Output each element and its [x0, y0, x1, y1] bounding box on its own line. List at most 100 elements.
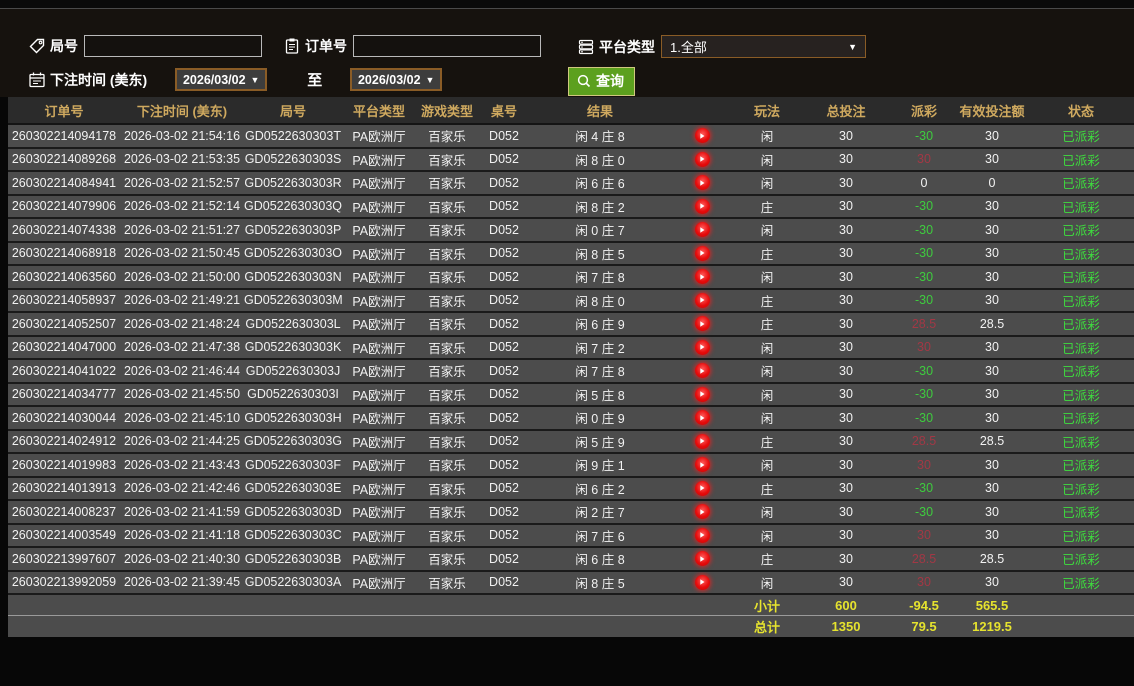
video-replay-icon[interactable]: [694, 551, 710, 567]
video-replay-icon[interactable]: [694, 339, 710, 355]
video-replay-icon[interactable]: [694, 574, 710, 590]
valid-bet-cell: 28.5: [956, 429, 1028, 454]
payout-cell: -30: [892, 500, 956, 525]
replay-cell: [670, 359, 734, 384]
round-number-cell: GD0522630303O: [244, 241, 342, 266]
column-header: 桌号: [478, 97, 530, 125]
video-replay-icon[interactable]: [694, 292, 710, 308]
total-label: 总计: [734, 615, 800, 637]
video-replay-icon[interactable]: [694, 245, 710, 261]
date-to-value: 2026/03/02: [357, 72, 421, 87]
payout-cell: 0: [892, 171, 956, 196]
total-status: [1028, 615, 1134, 637]
video-replay-icon[interactable]: [694, 269, 710, 285]
video-replay-icon[interactable]: [694, 198, 710, 214]
video-replay-icon[interactable]: [694, 222, 710, 238]
result-cell: 闲 5 庄 9: [530, 429, 670, 454]
round-number-cell: GD0522630303H: [244, 406, 342, 431]
replay-cell: [670, 429, 734, 454]
play-type-cell: 闲: [734, 359, 800, 384]
order-number-cell: 260302214074338: [8, 218, 120, 243]
table-row: 260302214094178 2026-03-02 21:54:16 GD05…: [8, 124, 1134, 149]
replay-cell: [670, 241, 734, 266]
video-replay-icon[interactable]: [694, 527, 710, 543]
video-replay-icon[interactable]: [694, 504, 710, 520]
order-filter-label: 订单号: [305, 38, 347, 54]
total-bet: 1350: [800, 615, 892, 637]
platform-select[interactable]: 1.全部 ▼: [661, 35, 866, 58]
column-header: 局号: [244, 97, 342, 125]
total-bet-cell: 30: [800, 429, 892, 454]
valid-bet-cell: 0: [956, 171, 1028, 196]
valid-bet-cell: 28.5: [956, 312, 1028, 337]
table-number-cell: D052: [478, 218, 530, 243]
platform-type-cell: PA欧洲厅: [342, 382, 416, 407]
total-payout: 79.5: [892, 615, 956, 637]
table-row: 260302214074338 2026-03-02 21:51:27 GD05…: [8, 218, 1134, 243]
platform-type-cell: PA欧洲厅: [342, 218, 416, 243]
column-header: 总投注: [800, 97, 892, 125]
clipboard-icon: [283, 37, 301, 55]
total-bet-cell: 30: [800, 218, 892, 243]
round-number-cell: GD0522630303P: [244, 218, 342, 243]
video-replay-icon[interactable]: [694, 151, 710, 167]
total-bet-cell: 30: [800, 453, 892, 478]
platform-filter-label: 平台类型: [599, 38, 655, 55]
result-cell: 闲 6 庄 9: [530, 312, 670, 337]
table-number-cell: D052: [478, 241, 530, 266]
date-to-picker[interactable]: 2026/03/02 ▼: [350, 68, 443, 91]
order-number-cell: 260302214079906: [8, 194, 120, 219]
status-cell: 已派彩: [1028, 547, 1134, 572]
order-input[interactable]: [353, 35, 541, 57]
bet-records-table: 订单号 下注时间 (美东) 局号 平台类型 游戏类型 桌号 结果 玩法 总投注 派彩 有效投注额 状态…: [8, 97, 1134, 637]
total-bet-cell: 30: [800, 147, 892, 172]
video-replay-icon[interactable]: [694, 128, 710, 144]
replay-cell: [670, 406, 734, 431]
payout-cell: 30: [892, 147, 956, 172]
game-type-cell: 百家乐: [416, 359, 478, 384]
valid-bet-cell: 28.5: [956, 547, 1028, 572]
payout-cell: -30: [892, 265, 956, 290]
table-row: 260302214008237 2026-03-02 21:41:59 GD05…: [8, 500, 1134, 525]
platform-type-cell: PA欧洲厅: [342, 194, 416, 219]
video-replay-icon[interactable]: [694, 433, 710, 449]
game-type-cell: 百家乐: [416, 382, 478, 407]
play-type-cell: 闲: [734, 124, 800, 149]
total-bet-cell: 30: [800, 476, 892, 501]
order-number-cell: 260302213992059: [8, 570, 120, 595]
replay-cell: [670, 124, 734, 149]
video-replay-icon[interactable]: [694, 480, 710, 496]
valid-bet-cell: 30: [956, 124, 1028, 149]
payout-cell: -30: [892, 359, 956, 384]
column-header: 派彩: [892, 97, 956, 125]
order-number-cell: 260302214030044: [8, 406, 120, 431]
video-replay-icon[interactable]: [694, 316, 710, 332]
total-bet-cell: 30: [800, 288, 892, 313]
game-type-cell: 百家乐: [416, 194, 478, 219]
platform-type-cell: PA欧洲厅: [342, 523, 416, 548]
table-number-cell: D052: [478, 124, 530, 149]
date-from-picker[interactable]: 2026/03/02 ▼: [175, 68, 268, 91]
video-replay-icon[interactable]: [694, 363, 710, 379]
table-number-cell: D052: [478, 288, 530, 313]
filter-panel: 局号 订单号 平台类型 1.全部 ▼ 下注时间 (美东) 2026/03/02 …: [0, 9, 1134, 97]
platform-type-cell: PA欧洲厅: [342, 124, 416, 149]
bet-time-cell: 2026-03-02 21:42:46: [120, 476, 244, 501]
round-input[interactable]: [84, 35, 262, 57]
table-row: 260302214084941 2026-03-02 21:52:57 GD05…: [8, 171, 1134, 196]
column-header: 下注时间 (美东): [120, 97, 244, 125]
search-button[interactable]: 查询: [568, 67, 635, 96]
search-button-label: 查询: [596, 73, 624, 89]
table-row: 260302213992059 2026-03-02 21:39:45 GD05…: [8, 570, 1134, 595]
status-cell: 已派彩: [1028, 218, 1134, 243]
valid-bet-cell: 30: [956, 147, 1028, 172]
payout-cell: -30: [892, 288, 956, 313]
game-type-cell: 百家乐: [416, 288, 478, 313]
video-replay-icon[interactable]: [694, 457, 710, 473]
game-type-cell: 百家乐: [416, 570, 478, 595]
valid-bet-cell: 30: [956, 194, 1028, 219]
play-type-cell: 闲: [734, 500, 800, 525]
video-replay-icon[interactable]: [694, 175, 710, 191]
video-replay-icon[interactable]: [694, 410, 710, 426]
video-replay-icon[interactable]: [694, 386, 710, 402]
